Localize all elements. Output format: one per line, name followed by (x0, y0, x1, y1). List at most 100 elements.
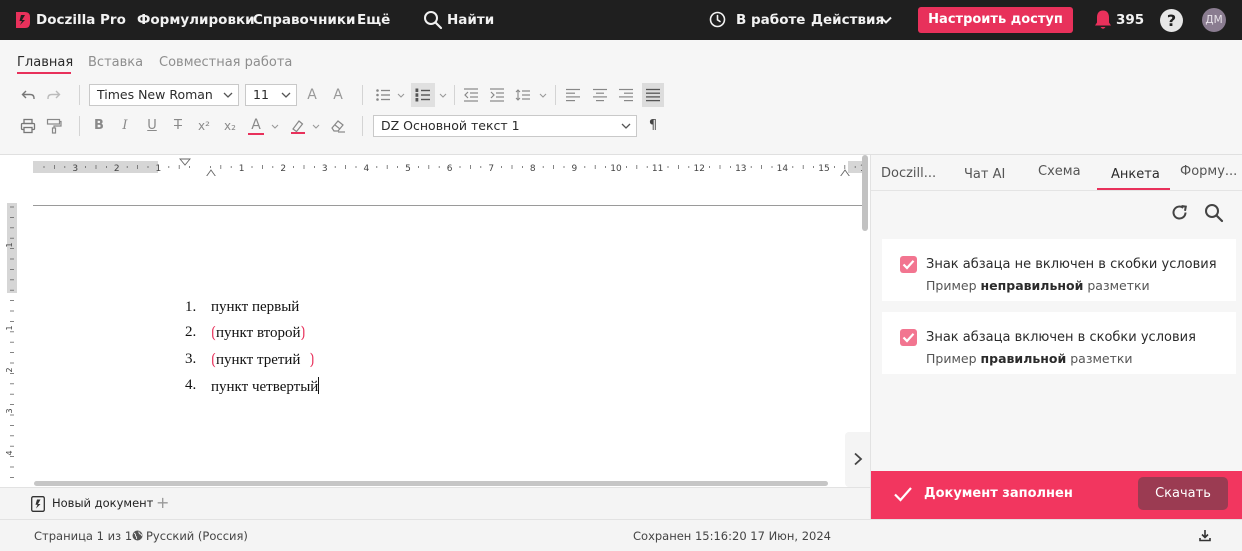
tab-schema[interactable]: Схема (1038, 164, 1081, 179)
ruler-label: 3 (5, 408, 14, 413)
ruler-label: 3 (72, 164, 78, 174)
tab-chat-ai[interactable]: Чат AI (964, 167, 1005, 182)
divider (362, 116, 363, 136)
page-top-edge (33, 205, 865, 206)
chevron-down-icon[interactable] (879, 13, 893, 27)
strikethrough-button[interactable]: T (170, 118, 186, 134)
nav-more[interactable]: Ещё (357, 0, 390, 40)
numbered-list-icon[interactable] (415, 87, 431, 103)
language-selector[interactable]: Русский (Россия) (146, 529, 248, 543)
avatar[interactable]: ДМ (1202, 8, 1226, 32)
list-item[interactable]: ⟮пункт третий ⟯ (211, 351, 314, 369)
highlight-icon[interactable] (290, 118, 306, 134)
align-justify-icon[interactable] (645, 87, 661, 103)
checkbox[interactable] (900, 256, 917, 273)
subtitle-post: разметки (1087, 278, 1150, 293)
list-number: 1. (185, 299, 197, 315)
completion-bar: Документ заполнен Скачать (871, 471, 1242, 519)
tab-questionnaire[interactable]: Анкета (1111, 167, 1160, 182)
bullet-list-icon[interactable] (375, 87, 391, 103)
undo-icon[interactable] (20, 87, 36, 103)
ruler-label: 2 (5, 367, 14, 372)
chevron-down-icon[interactable] (397, 92, 405, 100)
status-label[interactable]: В работе (736, 0, 805, 40)
configure-access-button[interactable]: Настроить доступ (918, 7, 1073, 33)
help-icon[interactable]: ? (1160, 9, 1183, 32)
check-icon (894, 487, 912, 502)
tab-collaboration[interactable]: Совместная работа (159, 55, 292, 70)
list-item-text: пункт первый (211, 299, 300, 315)
ruler-label: 4 (364, 164, 370, 174)
clear-format-icon[interactable] (330, 118, 346, 134)
list-item[interactable]: пункт первый (211, 299, 299, 316)
tab-doczilla[interactable]: Doczill... (881, 166, 936, 181)
align-center-icon[interactable] (592, 87, 608, 103)
format-painter-icon[interactable] (46, 118, 62, 134)
refresh-icon[interactable] (1170, 203, 1189, 222)
increase-indent-icon[interactable] (489, 87, 505, 103)
decrease-indent-icon[interactable] (463, 87, 479, 103)
question-subtitle: Пример неправильной разметки (926, 278, 1150, 293)
ruler-label: 4 (5, 450, 14, 455)
chevron-down-icon[interactable] (439, 92, 447, 100)
line-spacing-icon[interactable] (515, 87, 531, 103)
checkbox[interactable] (900, 329, 917, 346)
font-family-select[interactable]: Times New Roman (89, 84, 239, 106)
nav-formulations[interactable]: Формулировки (137, 0, 255, 40)
chevron-down-icon[interactable] (312, 123, 320, 131)
align-right-icon[interactable] (618, 87, 634, 103)
tab-insert[interactable]: Вставка (88, 55, 143, 70)
paragraph-style-select[interactable]: DZ Основной текст 1 (373, 115, 637, 137)
question-card[interactable]: Знак абзаца включен в скобки условия При… (882, 312, 1236, 374)
font-size-value: 11 (253, 87, 269, 102)
vertical-scrollbar[interactable] (862, 155, 868, 231)
search-icon[interactable] (423, 10, 443, 30)
search-icon[interactable] (1204, 203, 1224, 223)
ruler-label: 9 (572, 164, 578, 174)
redo-icon[interactable] (46, 87, 62, 103)
document-tab-name[interactable]: Новый документ (52, 496, 153, 510)
align-left-icon[interactable] (565, 87, 581, 103)
document-area[interactable]: 32112345678910111213141516 11234 1. пунк… (0, 155, 870, 487)
font-color-button[interactable]: A (248, 118, 264, 135)
brand-name[interactable]: Doczilla Pro (36, 0, 126, 40)
print-icon[interactable] (20, 118, 36, 134)
font-size-select[interactable]: 11 (245, 84, 297, 106)
bold-button[interactable]: B (91, 118, 107, 134)
question-title: Знак абзаца не включен в скобки условия (926, 257, 1217, 272)
chevron-down-icon[interactable] (271, 123, 279, 131)
download-button[interactable]: Скачать (1138, 477, 1228, 510)
chevron-down-icon[interactable] (539, 92, 547, 100)
actions-menu[interactable]: Действия (811, 0, 884, 40)
subscript-button[interactable]: x₂ (222, 118, 238, 134)
horizontal-scrollbar[interactable] (34, 481, 828, 486)
download-icon[interactable] (1199, 529, 1211, 542)
bell-icon[interactable] (1093, 9, 1113, 31)
completion-label: Документ заполнен (924, 486, 1073, 501)
shrink-font-button[interactable]: A (330, 87, 346, 103)
chevron-down-icon (223, 92, 233, 98)
superscript-button[interactable]: x² (196, 118, 212, 134)
underline-button[interactable]: U (144, 118, 160, 134)
list-item[interactable]: пункт четвертый (211, 377, 320, 396)
list-item-text: пункт второй (216, 325, 301, 341)
pilcrow-button[interactable]: ¶ (645, 118, 661, 134)
active-tab-indicator (17, 72, 71, 74)
horizontal-ruler[interactable]: 32112345678910111213141516 (33, 158, 868, 176)
notifications-count[interactable]: 395 (1116, 0, 1144, 40)
page-counter: Страница 1 из 1 (34, 529, 133, 543)
list-item[interactable]: ⟮пункт второй⟯ (211, 324, 306, 342)
search-button[interactable]: Найти (447, 0, 494, 40)
panel-collapse-button[interactable] (845, 432, 870, 487)
clock-icon (709, 11, 726, 28)
vertical-ruler[interactable]: 1 1 2 3 4 (4, 203, 18, 483)
tab-formulas[interactable]: Форму... (1180, 164, 1237, 179)
tabs-divider (871, 190, 1242, 191)
nav-directories[interactable]: Справочники (253, 0, 356, 40)
grow-font-button[interactable]: A (304, 87, 320, 103)
italic-button[interactable]: I (117, 118, 133, 134)
ruler-label: 10 (610, 164, 622, 174)
add-document-button[interactable]: + (156, 493, 169, 512)
question-card[interactable]: Знак абзаца не включен в скобки условия … (882, 239, 1236, 301)
tab-home[interactable]: Главная (17, 55, 73, 70)
